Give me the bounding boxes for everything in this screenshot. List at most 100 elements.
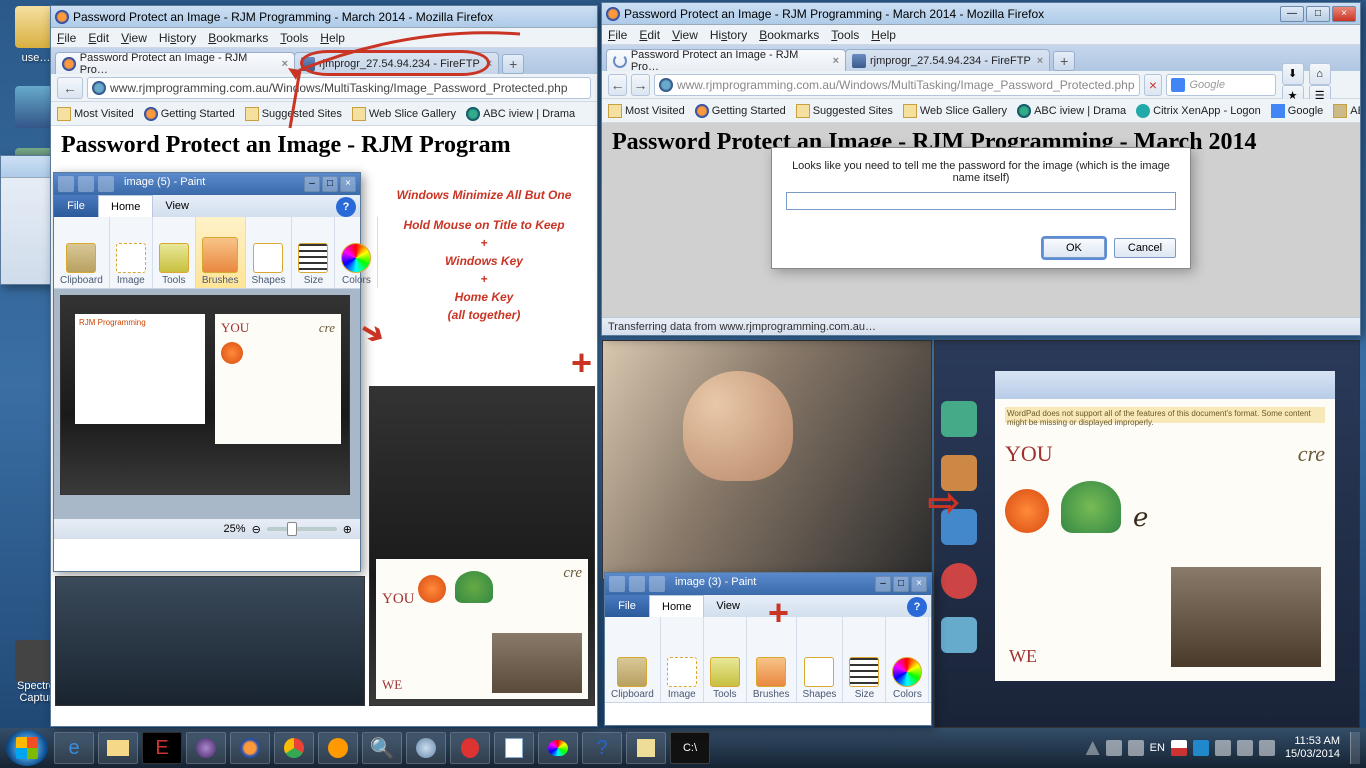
menu-edit[interactable]: Edit [639,28,660,42]
back-button[interactable]: ← [57,77,83,99]
qat-undo-icon[interactable] [78,176,94,192]
qat-undo-icon[interactable] [629,576,645,592]
paint-help-icon[interactable]: ? [907,597,927,617]
forward-button[interactable]: → [631,74,650,96]
ribbon-clipboard[interactable]: Clipboard [54,217,110,288]
new-tab-button[interactable]: + [1053,51,1075,71]
zoom-in-button[interactable]: ⊕ [343,523,352,536]
window-min-button[interactable]: — [1280,6,1304,22]
bm-mostvisited[interactable]: Most Visited [57,107,134,121]
paint-max-button[interactable]: □ [322,176,338,192]
menu-help[interactable]: Help [871,28,896,42]
tray-overflow-icon[interactable] [1086,741,1100,755]
paint-close-button[interactable]: × [340,176,356,192]
menu-file[interactable]: File [608,28,627,42]
tray-bluetooth-icon[interactable] [1193,740,1209,756]
downloads-icon[interactable]: ⬇ [1282,63,1304,85]
password-input[interactable] [786,192,1176,210]
tray-icon[interactable] [1106,740,1122,756]
tb-safari[interactable] [406,732,446,764]
qat-redo-icon[interactable] [649,576,665,592]
qat-save-icon[interactable] [58,176,74,192]
search-box[interactable]: Google [1166,74,1275,96]
bm-gettingstarted[interactable]: Getting Started [695,104,786,118]
ribbon-clipboard[interactable]: Clipboard [605,617,661,702]
tb-help[interactable]: ? [582,732,622,764]
paint-max-button[interactable]: □ [893,576,909,592]
bm-abcrn[interactable]: ABC Radio National (A… [1333,104,1360,118]
menu-bookmarks[interactable]: Bookmarks [208,31,268,45]
start-button[interactable] [6,730,48,766]
tb-chrome[interactable] [274,732,314,764]
ribbon-image[interactable]: Image [110,217,153,288]
window-close-button[interactable]: × [1332,6,1356,22]
tb-paint[interactable] [538,732,578,764]
titlebar-left[interactable]: Password Protect an Image - RJM Programm… [51,6,597,28]
tray-clock[interactable]: 11:53 AM15/03/2014 [1285,735,1340,761]
ribbon-shapes[interactable]: Shapes [246,217,293,288]
tb-cmd[interactable]: C:\ [670,732,710,764]
ribbon-size[interactable]: Size [843,617,886,702]
menu-view[interactable]: View [672,28,698,42]
paint-close-button[interactable]: × [911,576,927,592]
window-max-button[interactable]: □ [1306,6,1330,22]
close-tab-icon[interactable]: × [1037,55,1043,67]
tab-page-left[interactable]: Password Protect an Image - RJM Pro…× [55,52,295,74]
tray-lang[interactable]: EN [1150,742,1165,754]
zoom-out-button[interactable]: ⊖ [252,523,261,536]
tb-eclipse[interactable] [186,732,226,764]
tb-app-red[interactable]: E [142,732,182,764]
show-desktop-button[interactable] [1350,732,1360,764]
bm-webslice[interactable]: Web Slice Gallery [903,104,1007,118]
bm-google[interactable]: Google [1271,104,1323,118]
menu-view[interactable]: View [121,31,147,45]
stop-button[interactable]: × [1144,74,1163,96]
zoom-slider[interactable] [267,527,337,531]
tb-explorer[interactable] [98,732,138,764]
back-button[interactable]: ← [608,74,627,96]
tab-page-right[interactable]: Password Protect an Image - RJM Pro…× [606,49,846,71]
paint-home-tab[interactable]: Home [649,595,704,617]
tray-flag-icon[interactable] [1171,740,1187,756]
ribbon-brushes[interactable]: Brushes [196,217,246,288]
menu-tools[interactable]: Tools [831,28,859,42]
cancel-button[interactable]: Cancel [1114,238,1176,258]
menu-file[interactable]: File [57,31,76,45]
ribbon-colors[interactable]: Colors [335,217,378,288]
paint-min-button[interactable]: – [304,176,320,192]
titlebar-right[interactable]: Password Protect an Image - RJM Programm… [602,3,1360,25]
tb-search[interactable]: 🔍 [362,732,402,764]
paint-canvas-left[interactable]: RJM Programming YOU cre [54,289,360,519]
menu-history[interactable]: History [710,28,747,42]
tab-fireftp-right[interactable]: rjmprogr_27.54.94.234 - FireFTP× [845,49,1050,71]
tb-ie[interactable]: e [54,732,94,764]
tb-media[interactable] [318,732,358,764]
ribbon-tools[interactable]: Tools [704,617,747,702]
tb-firefox[interactable] [230,732,270,764]
url-input-right[interactable]: www.rjmprogramming.com.au/Windows/MultiT… [654,74,1140,96]
tray-icon[interactable] [1128,740,1144,756]
ribbon-size[interactable]: Size [292,217,335,288]
tb-notes[interactable] [626,732,666,764]
paint-home-tab[interactable]: Home [98,195,153,217]
tray-network-icon[interactable] [1215,740,1231,756]
tb-opera[interactable] [450,732,490,764]
bm-citrix[interactable]: Citrix XenApp - Logon [1136,104,1261,118]
paint-help-icon[interactable]: ? [336,197,356,217]
ribbon-shapes[interactable]: Shapes [797,617,844,702]
menu-edit[interactable]: Edit [88,31,109,45]
bm-abciview[interactable]: ABC iview | Drama [1017,104,1126,118]
ok-button[interactable]: OK [1043,238,1105,258]
paint-view-tab[interactable]: View [153,195,201,217]
close-tab-icon[interactable]: × [833,55,839,67]
menu-bookmarks[interactable]: Bookmarks [759,28,819,42]
bm-mostvisited[interactable]: Most Visited [608,104,685,118]
paint-view-tab[interactable]: View [704,595,752,617]
ribbon-colors[interactable]: Colors [886,617,929,702]
paint-file-tab[interactable]: File [605,595,649,617]
ribbon-tools[interactable]: Tools [153,217,196,288]
tray-battery-icon[interactable] [1237,740,1253,756]
tray-volume-icon[interactable] [1259,740,1275,756]
ribbon-image[interactable]: Image [661,617,704,702]
paint-min-button[interactable]: – [875,576,891,592]
